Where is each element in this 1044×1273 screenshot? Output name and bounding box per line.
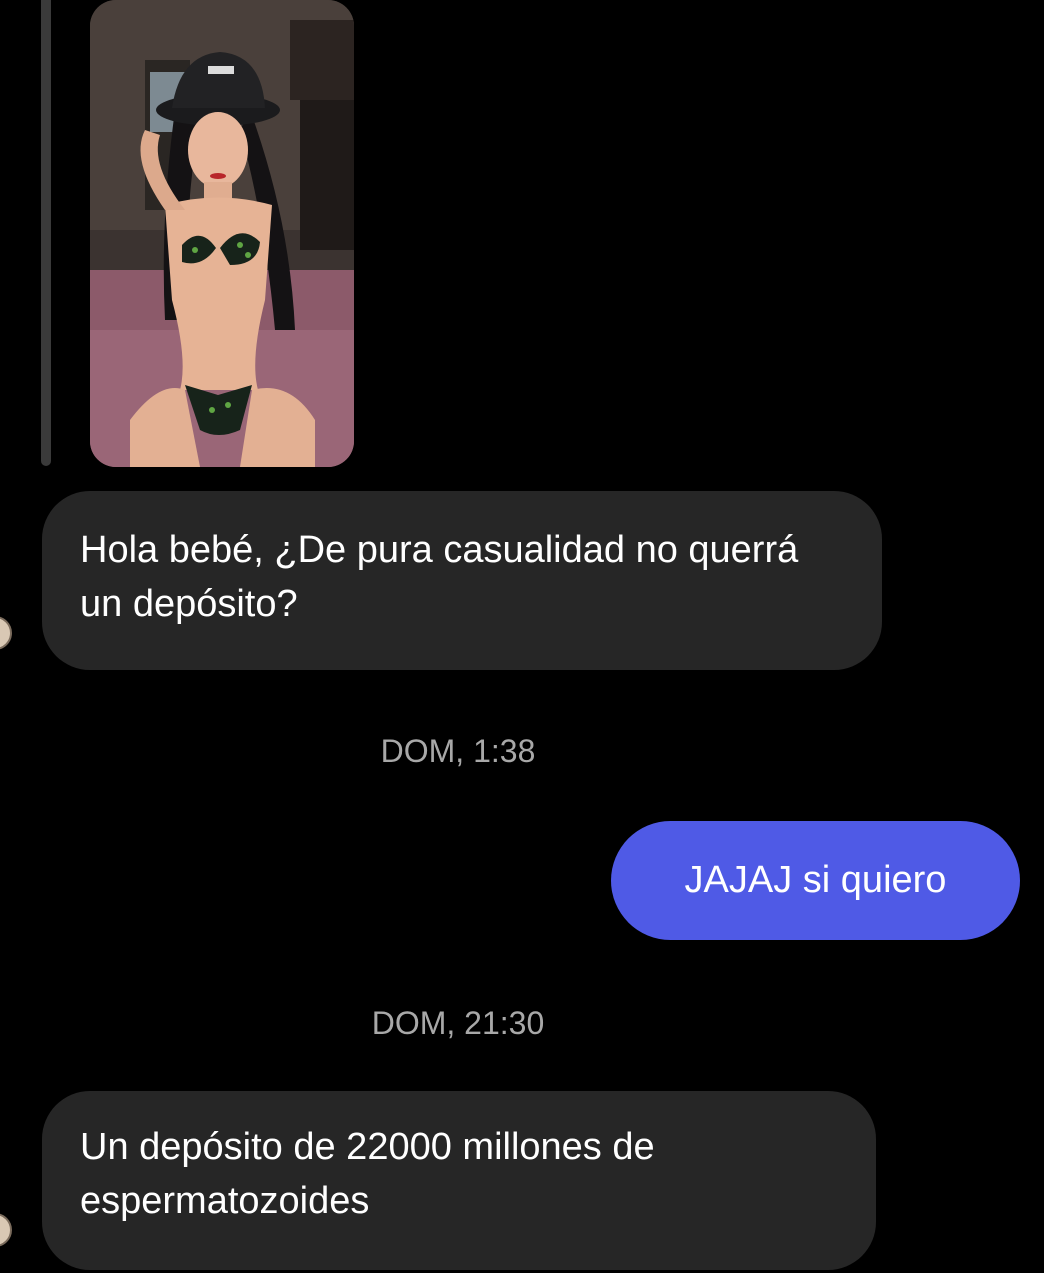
message-timestamp: DOM, 1:38 [380,733,536,769]
reply-indicator-bar [41,0,51,466]
message-bubble-received[interactable]: Hola bebé, ¿De pura casualidad no querrá… [42,491,882,670]
message-bubble-sent[interactable]: JAJAJ si quiero [611,821,1020,940]
contact-avatar[interactable] [0,616,12,650]
message-bubble-received[interactable]: Un depósito de 22000 millones de esperma… [42,1091,876,1270]
chat-thread: Hola bebé, ¿De pura casualidad no querrá… [0,0,1044,1273]
contact-avatar[interactable] [0,1213,12,1247]
message-text: Un depósito de 22000 millones de esperma… [80,1126,655,1222]
message-timestamp: DOM, 21:30 [371,1005,545,1041]
message-text: Hola bebé, ¿De pura casualidad no querrá… [80,529,799,625]
shared-photo[interactable] [90,0,354,467]
message-text: JAJAJ si quiero [684,859,947,901]
